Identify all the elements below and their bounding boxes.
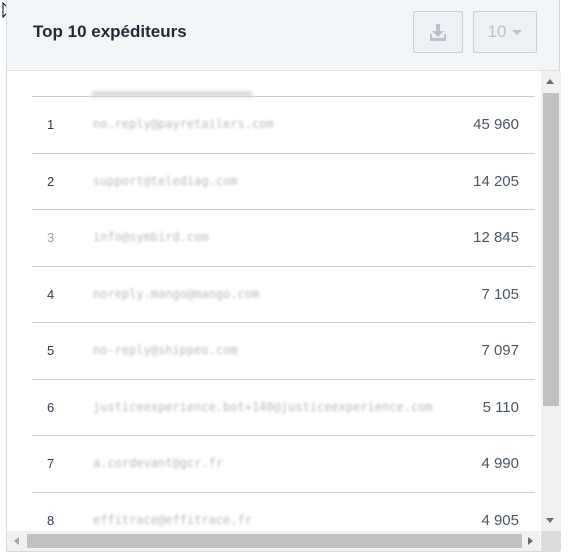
row-count: 7 105 — [481, 285, 519, 303]
table-row[interactable]: 5 no-reply@shippeo.com 7 097 — [32, 322, 535, 379]
row-count: 4 905 — [481, 511, 519, 529]
table-row[interactable]: 7 a.cordevant@gcr.fr 4 990 — [32, 435, 535, 492]
row-count: 4 990 — [481, 455, 519, 472]
vertical-scrollbar[interactable] — [541, 71, 561, 531]
table-row[interactable]: 2 support@telediag.com 14 205 — [32, 152, 535, 210]
senders-rows: 1 no.reply@payretailers.com 45 960 2 sup… — [32, 96, 535, 531]
page-size-value: 10 — [487, 22, 507, 41]
row-rank: 7 — [47, 456, 55, 471]
table-row[interactable]: 6 justiceexperience.bot+140@justiceexper… — [32, 378, 535, 436]
download-button[interactable] — [413, 11, 463, 53]
top-senders-panel: Top 10 expéditeurs 10 1 no.reply@payreta… — [6, 0, 561, 552]
row-sender: no.reply@payretailers.com — [93, 117, 274, 131]
vertical-scroll-thumb[interactable] — [543, 93, 559, 406]
row-sender: noreply.mango@mango.com — [93, 286, 260, 301]
row-count: 5 110 — [482, 398, 519, 416]
panel-header: Top 10 expéditeurs 10 — [7, 0, 559, 71]
row-count: 45 960 — [473, 116, 519, 133]
table-row[interactable]: 3 info@symbird.com 12 845 — [32, 209, 535, 266]
row-rank: 2 — [47, 173, 55, 189]
row-rank: 4 — [47, 286, 55, 302]
page-size-dropdown[interactable]: 10 — [473, 11, 537, 53]
row-sender: info@symbird.com — [93, 230, 209, 244]
horizontal-scroll-thumb[interactable] — [27, 534, 522, 548]
senders-list[interactable]: 1 no.reply@payretailers.com 45 960 2 sup… — [7, 71, 540, 531]
table-row[interactable]: 4 noreply.mango@mango.com 7 105 — [32, 265, 535, 323]
row-rank: 5 — [47, 343, 55, 358]
table-row[interactable]: 8 effitrace@effitrace.fr 4 905 — [32, 491, 535, 532]
row-sender: no-reply@shippeo.com — [93, 343, 238, 357]
row-sender: justiceexperience.bot+140@justiceexperie… — [93, 399, 433, 414]
scroll-left-arrow-icon[interactable] — [14, 537, 19, 545]
chevron-down-icon — [512, 29, 523, 35]
horizontal-scrollbar[interactable] — [7, 531, 540, 551]
scrollbar-corner — [541, 531, 561, 551]
panel-title: Top 10 expéditeurs — [33, 22, 187, 41]
row-count: 12 845 — [473, 229, 519, 246]
scroll-down-arrow-icon[interactable] — [546, 518, 554, 523]
download-icon — [430, 24, 446, 41]
scroll-up-arrow-icon[interactable] — [546, 79, 554, 84]
row-count: 14 205 — [473, 172, 519, 190]
table-row[interactable]: 1 no.reply@payretailers.com 45 960 — [32, 96, 535, 153]
row-count: 7 097 — [481, 342, 519, 359]
row-sender: support@telediag.com — [93, 173, 238, 188]
row-sender: effitrace@effitrace.fr — [93, 512, 252, 527]
row-rank: 1 — [47, 117, 55, 132]
scroll-right-arrow-icon[interactable] — [528, 537, 533, 545]
row-rank: 8 — [47, 512, 55, 528]
row-rank: 6 — [47, 399, 55, 415]
row-sender: a.cordevant@gcr.fr — [93, 456, 224, 470]
row-rank: 3 — [47, 230, 55, 245]
